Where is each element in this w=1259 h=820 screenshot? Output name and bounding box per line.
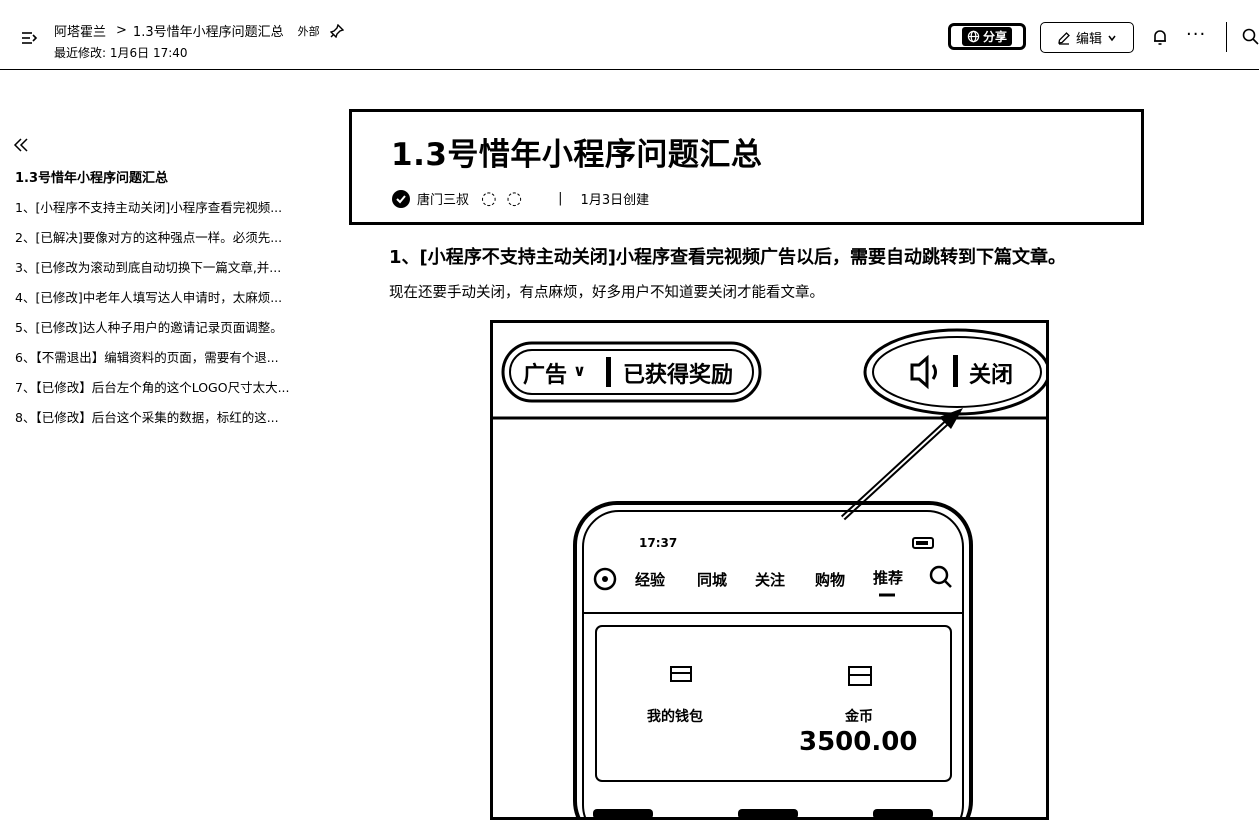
author-name[interactable]: 唐门三叔 xyxy=(417,189,469,208)
phone-tab-2: 关注 xyxy=(755,571,786,589)
more-options-icon[interactable]: ··· xyxy=(1186,24,1206,45)
globe-icon xyxy=(967,30,980,43)
phone-tab-1: 同城 xyxy=(697,571,728,589)
author-avatar-icon[interactable] xyxy=(391,189,411,209)
created-date: 1月3日创建 xyxy=(580,193,650,208)
outline-item[interactable]: 8、【已修改】后台这个采集的数据，标红的这... xyxy=(15,407,327,437)
collapse-outline-icon[interactable] xyxy=(13,137,31,158)
bell-icon[interactable] xyxy=(1151,28,1169,46)
embedded-screenshot[interactable]: 广告 ∨ 已获得奖励 关闭 17:37 经验 同城 关注 购物 推荐 我的钱包 … xyxy=(490,320,1049,820)
pencil-icon xyxy=(1058,31,1070,45)
phone-time: 17:37 xyxy=(639,536,678,550)
outline-list: 1、[小程序不支持主动关闭]小程序查看完视频... 2、[已解决]要像对方的这种… xyxy=(15,197,327,437)
reaction-icons: ◌ ◌ xyxy=(481,188,525,209)
search-icon[interactable] xyxy=(1242,28,1259,45)
breadcrumb-doc[interactable]: 1.3号惜年小程序问题汇总 xyxy=(133,21,284,40)
outline-item[interactable]: 4、[已修改]中老年人填写达人申请时，太麻烦... xyxy=(15,287,327,317)
edit-label: 编辑 xyxy=(1075,32,1102,47)
edit-button[interactable]: 编辑 xyxy=(1040,22,1134,53)
meta-separator: | xyxy=(558,191,563,206)
pin-icon[interactable] xyxy=(329,23,344,38)
author-row: 唐门三叔 ◌ ◌ | 1月3日创建 xyxy=(391,188,649,209)
outline-title[interactable]: 1.3号惜年小程序问题汇总 xyxy=(15,167,168,186)
phone-tab-4: 推荐 xyxy=(873,569,904,587)
outline-item[interactable]: 5、[已修改]达人种子用户的邀请记录页面调整。 xyxy=(15,317,327,347)
card-amount: 3500.00 xyxy=(799,727,918,757)
outline-item[interactable]: 7、【已修改】后台左个角的这个LOGO尺寸太大... xyxy=(15,377,327,407)
external-tag: 外部 xyxy=(297,24,320,38)
menu-icon[interactable] xyxy=(20,29,38,47)
breadcrumb: 阿塔霍兰 > 1.3号惜年小程序问题汇总 外部 xyxy=(54,21,344,40)
card-left-label: 我的钱包 xyxy=(647,709,703,725)
card-right-label: 金币 xyxy=(845,709,873,725)
divider xyxy=(1226,22,1227,52)
section-heading: 1、[小程序不支持主动关闭]小程序查看完视频广告以后，需要自动跳转到下篇文章。 xyxy=(389,247,1066,268)
chevron-down-icon xyxy=(1108,35,1116,41)
last-modified: 最近修改: 1月6日 17:40 xyxy=(54,46,188,60)
breadcrumb-separator: > xyxy=(116,23,127,38)
outline-item[interactable]: 6、【不需退出】编辑资料的页面，需要有个退... xyxy=(15,347,327,377)
share-label: 分享 xyxy=(982,30,1007,44)
breadcrumb-workspace[interactable]: 阿塔霍兰 xyxy=(54,21,106,40)
top-bar: 阿塔霍兰 > 1.3号惜年小程序问题汇总 外部 最近修改: 1月6日 17:40… xyxy=(0,0,1259,70)
outline-item[interactable]: 3、[已修改为滚动到底自动切换下一篇文章,并... xyxy=(15,257,327,287)
outline-item[interactable]: 2、[已解决]要像对方的这种强点一样。必须先... xyxy=(15,227,327,257)
share-button[interactable]: 分享 xyxy=(948,23,1026,50)
phone-tab-0: 经验 xyxy=(635,571,666,589)
ad-dropdown-chevron-icon: ∨ xyxy=(573,361,586,380)
doc-title[interactable]: 1.3号惜年小程序问题汇总 xyxy=(391,129,762,174)
outline-item[interactable]: 1、[小程序不支持主动关闭]小程序查看完视频... xyxy=(15,197,327,227)
ad-label: 广告 xyxy=(523,363,568,388)
doc-title-block: 1.3号惜年小程序问题汇总 唐门三叔 ◌ ◌ | 1月3日创建 xyxy=(349,109,1144,225)
reward-label: 已获得奖励 xyxy=(623,363,734,388)
close-label: 关闭 xyxy=(969,363,1014,388)
share-pill: 分享 xyxy=(961,27,1012,46)
phone-tab-3: 购物 xyxy=(815,571,846,589)
section-paragraph: 现在还要手动关闭，有点麻烦，好多用户不知道要关闭才能看文章。 xyxy=(389,285,824,301)
